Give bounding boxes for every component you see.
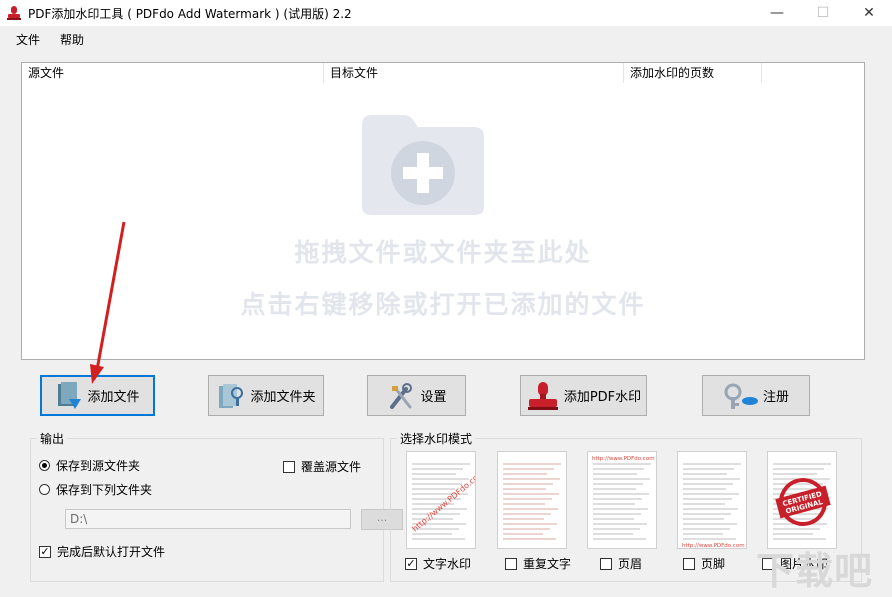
menu-help[interactable]: 帮助 — [60, 31, 84, 48]
folder-add-icon — [362, 115, 484, 215]
save-to-source-label: 保存到源文件夹 — [56, 459, 141, 473]
header-checkbox[interactable]: 页眉 — [600, 555, 642, 572]
save-to-folder-radio[interactable]: 保存到下列文件夹 — [39, 481, 152, 498]
settings-label: 设置 — [420, 390, 447, 405]
title-bar: PDF添加水印工具 ( PDFdo Add Watermark ) (试用版) … — [0, 0, 892, 26]
header-checkbox-box[interactable] — [600, 557, 612, 570]
file-list[interactable]: 源文件 目标文件 添加水印的页数 拖拽文件或文件夹至此处 点击右键移除或打开已添… — [21, 62, 865, 360]
overwrite-checkbox-box[interactable] — [283, 460, 295, 473]
save-to-folder-label: 保存到下列文件夹 — [56, 483, 153, 497]
add-folder-icon — [219, 383, 244, 408]
add-folder-button[interactable]: 添加文件夹 — [208, 375, 324, 416]
close-button[interactable]: ✕ — [846, 0, 892, 26]
header-preview[interactable]: http://www.PDFdo.com — [587, 451, 657, 549]
text-watermark-checkbox[interactable]: ✓ 文字水印 — [405, 555, 471, 572]
open-after-checkbox[interactable]: ✓ 完成后默认打开文件 — [39, 543, 165, 560]
text-watermark-label: 文字水印 — [423, 557, 472, 571]
site-watermark-text: 下载吧 — [756, 549, 874, 593]
menu-bar: 文件 帮助 — [0, 26, 892, 50]
add-file-button[interactable]: 添加文件 — [40, 375, 155, 416]
minimize-button[interactable]: — — [754, 0, 800, 26]
drop-hint-line1: 拖拽文件或文件夹至此处 — [294, 238, 592, 267]
register-button[interactable]: 注册 — [702, 375, 810, 416]
open-after-label: 完成后默认打开文件 — [57, 545, 166, 559]
add-pdf-watermark-label: 添加PDF水印 — [563, 390, 642, 405]
overwrite-label: 覆盖源文件 — [301, 460, 362, 474]
header-label: 页眉 — [618, 557, 643, 571]
column-watermark-pages[interactable]: 添加水印的页数 — [624, 63, 762, 83]
add-pdf-watermark-button[interactable]: 添加PDF水印 — [520, 375, 647, 416]
output-group-title: 输出 — [37, 430, 68, 447]
repeat-text-checkbox-box[interactable] — [505, 557, 517, 570]
repeat-text-preview[interactable] — [497, 451, 567, 549]
overwrite-checkbox[interactable]: 覆盖源文件 — [283, 458, 361, 475]
add-folder-label: 添加文件夹 — [250, 390, 316, 405]
watermark-mode-title: 选择水印模式 — [397, 430, 476, 447]
repeat-text-checkbox[interactable]: 重复文字 — [505, 555, 571, 572]
output-path-input[interactable] — [65, 509, 351, 529]
drop-hint-line2: 点击右键移除或打开已添加的文件 — [240, 290, 646, 319]
menu-file[interactable]: 文件 — [16, 31, 40, 48]
footer-label: 页脚 — [701, 557, 726, 571]
repeat-text-label: 重复文字 — [523, 557, 572, 571]
text-watermark-checkbox-box[interactable]: ✓ — [405, 557, 417, 570]
certified-stamp-icon: CERTIFIED ORIGINAL — [775, 478, 831, 526]
register-label: 注册 — [762, 390, 789, 405]
app-stamp-icon — [7, 6, 21, 20]
footer-preview[interactable]: http://www.PDFdo.com — [677, 451, 747, 549]
save-to-source-radio-dot[interactable] — [39, 460, 50, 471]
window-title: PDF添加水印工具 ( PDFdo Add Watermark ) (试用版) … — [28, 7, 352, 21]
add-file-icon — [58, 381, 82, 409]
text-watermark-preview[interactable]: http://www.PDFdo.com — [406, 451, 476, 549]
footer-checkbox-box[interactable] — [683, 557, 695, 570]
footer-sample-text: http://www.PDFdo.com — [682, 543, 745, 549]
image-watermark-preview[interactable]: CERTIFIED ORIGINAL — [767, 451, 837, 549]
column-target-file[interactable]: 目标文件 — [324, 63, 624, 83]
save-to-folder-radio-dot[interactable] — [39, 484, 50, 495]
tools-icon — [390, 382, 413, 409]
add-file-label: 添加文件 — [87, 390, 140, 405]
header-sample-text: http://www.PDFdo.com — [592, 456, 655, 462]
output-group: 输出 保存到源文件夹 覆盖源文件 保存到下列文件夹 ... ✓ 完成后默认打开文… — [30, 430, 403, 582]
maximize-button[interactable]: ☐ — [800, 0, 846, 26]
footer-checkbox[interactable]: 页脚 — [683, 555, 725, 572]
column-source-file[interactable]: 源文件 — [22, 63, 324, 83]
key-icon — [724, 383, 758, 409]
open-after-checkbox-box[interactable]: ✓ — [39, 545, 51, 558]
settings-button[interactable]: 设置 — [367, 375, 466, 416]
stamp-icon — [527, 381, 558, 410]
save-to-source-radio[interactable]: 保存到源文件夹 — [39, 457, 140, 474]
